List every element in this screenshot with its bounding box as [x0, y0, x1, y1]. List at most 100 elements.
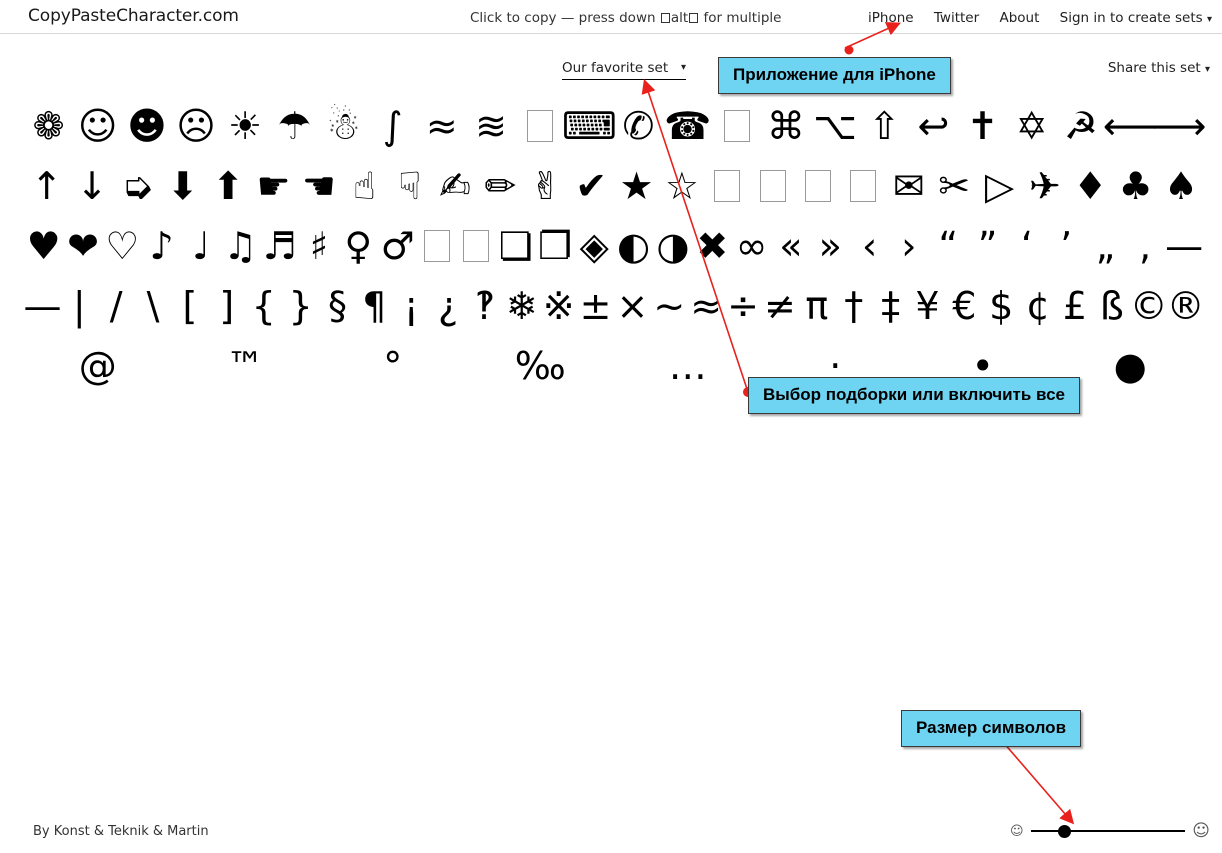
character-cell-per-mille-sign[interactable]: ‰	[467, 338, 615, 394]
character-cell-beamed-eighth-notes[interactable]: ♫	[221, 218, 260, 274]
character-cell-double-dagger[interactable]: ‡	[872, 278, 909, 334]
character-cell-eighth-note[interactable]: ♪	[142, 218, 181, 274]
character-cell-envelope[interactable]: ✉	[886, 158, 931, 214]
character-cell-check-mark[interactable]: ✔	[569, 158, 614, 214]
character-cell-missing-glyph-box[interactable]	[705, 158, 750, 214]
character-cell-inverted-exclamation[interactable]: ¡	[393, 278, 430, 334]
nav-item-iphone[interactable]: iPhone	[868, 10, 914, 26]
character-cell-latin-cross[interactable]: ✝	[958, 98, 1007, 154]
character-cell-solidus[interactable]: /	[98, 278, 135, 334]
character-cell-telephone-location[interactable]: ✆	[614, 98, 663, 154]
character-cell-left-guillemet[interactable]: «	[771, 218, 810, 274]
symbol-size-slider[interactable]: ☺ ☺	[1010, 821, 1210, 841]
character-cell-missing-glyph-box[interactable]	[516, 98, 565, 154]
character-cell-left-square-bracket[interactable]: [	[172, 278, 209, 334]
character-cell-heavy-multiplication-x[interactable]: ✖	[693, 218, 732, 274]
character-cell-male-sign[interactable]: ♂	[378, 218, 417, 274]
character-cell-frowning-face[interactable]: ☹	[171, 98, 220, 154]
character-cell-multiplication-sign[interactable]: ×	[614, 278, 651, 334]
character-cell-writing-hand[interactable]: ✍	[432, 158, 477, 214]
character-cell-dollar-sign[interactable]: $	[983, 278, 1020, 334]
character-cell-pointing-up-hand[interactable]: ☝	[342, 158, 387, 214]
character-cell-left-double-quote[interactable]: “	[929, 218, 968, 274]
character-cell-umbrella[interactable]: ☂	[270, 98, 319, 154]
character-cell-registered-sign[interactable]: ®	[1167, 278, 1205, 334]
character-cell-sharp-s[interactable]: ß	[1093, 278, 1130, 334]
character-cell-heavy-black-heart[interactable]: ❤	[63, 218, 102, 274]
character-cell-pencil[interactable]: ✏	[478, 158, 523, 214]
character-cell-female-sign[interactable]: ♀	[339, 218, 378, 274]
character-cell-not-equal-to[interactable]: ≠	[762, 278, 799, 334]
character-cell-missing-glyph-box[interactable]	[712, 98, 761, 154]
character-cell-black-telephone[interactable]: ☎	[663, 98, 712, 154]
character-cell-inverted-question[interactable]: ¿	[430, 278, 467, 334]
character-cell-right-square-bracket[interactable]: ]	[208, 278, 245, 334]
character-cell-flower[interactable]: ❁	[24, 98, 73, 154]
character-cell-lower-right-shadowed-square[interactable]: ❏	[496, 218, 535, 274]
character-cell-pi[interactable]: π	[798, 278, 835, 334]
character-cell-pointing-down-hand[interactable]: ☟	[387, 158, 432, 214]
character-cell-reference-mark[interactable]: ※	[540, 278, 577, 334]
character-cell-airplane[interactable]: ✈	[1022, 158, 1067, 214]
character-cell-circle-left-half-black[interactable]: ◐	[614, 218, 653, 274]
character-cell-em-dash[interactable]: —	[1165, 218, 1204, 274]
character-cell-plus-minus[interactable]: ±	[577, 278, 614, 334]
character-cell-command-key[interactable]: ⌘	[761, 98, 810, 154]
character-cell-almost-equal-to[interactable]: ≈	[688, 278, 725, 334]
character-cell-trademark-sign[interactable]: ™	[172, 338, 320, 394]
character-cell-white-star[interactable]: ☆	[659, 158, 704, 214]
character-cell-right-double-quote[interactable]: ”	[968, 218, 1007, 274]
character-cell-long-left-arrow[interactable]: ⟵	[1103, 98, 1157, 154]
character-cell-section-sign[interactable]: §	[319, 278, 356, 334]
slider-track[interactable]	[1030, 824, 1186, 838]
character-cell-keyboard[interactable]: ⌨	[562, 98, 617, 154]
set-selector-dropdown[interactable]: ▾ Our favorite set	[562, 60, 686, 80]
character-cell-heavy-down-arrow[interactable]: ⬇	[160, 158, 205, 214]
character-cell-em-dash[interactable]: —	[23, 278, 61, 334]
character-cell-beamed-sixteenth-notes[interactable]: ♬	[260, 218, 299, 274]
character-cell-sun[interactable]: ☀	[221, 98, 270, 154]
character-cell-long-right-arrow[interactable]: ⟶	[1152, 98, 1206, 154]
character-cell-left-curly-brace[interactable]: {	[245, 278, 282, 334]
character-cell-upper-right-shadowed-square[interactable]: ❐	[535, 218, 574, 274]
character-cell-cent-sign[interactable]: ¢	[1020, 278, 1057, 334]
character-cell-yen-sign[interactable]: ¥	[909, 278, 946, 334]
character-cell-right-single-quote[interactable]: ’	[1047, 218, 1086, 274]
character-cell-down-arrow[interactable]: ↓	[69, 158, 114, 214]
character-cell-up-arrow[interactable]: ↑	[24, 158, 69, 214]
character-cell-double-low-quote[interactable]: „	[1086, 218, 1125, 274]
character-cell-vertical-bar[interactable]: |	[61, 278, 98, 334]
character-cell-black-diamond-suit[interactable]: ♦	[1068, 158, 1113, 214]
character-cell-return-arrow[interactable]: ↩	[909, 98, 958, 154]
character-cell-hammer-and-sickle[interactable]: ☭	[1056, 98, 1105, 154]
share-set-dropdown[interactable]: Share this set ▾	[1108, 60, 1210, 76]
character-cell-at-sign[interactable]: @	[24, 338, 172, 394]
character-cell-pound-sign[interactable]: £	[1057, 278, 1094, 334]
character-cell-tilde[interactable]: ~	[651, 278, 688, 334]
nav-item-sign-in[interactable]: Sign in to create sets ▾	[1060, 10, 1212, 26]
character-cell-circle-right-half-black[interactable]: ◑	[653, 218, 692, 274]
character-cell-option-key[interactable]: ⌥	[811, 98, 860, 154]
character-cell-shift-key[interactable]: ⇧	[860, 98, 909, 154]
character-cell-quarter-note[interactable]: ♩	[181, 218, 220, 274]
character-cell-degree-sign[interactable]: °	[319, 338, 467, 394]
character-cell-missing-glyph-box[interactable]	[795, 158, 840, 214]
character-cell-horizontal-ellipsis[interactable]: …	[614, 338, 762, 394]
character-cell-single-left-guillemet[interactable]: ‹	[850, 218, 889, 274]
character-cell-white-smiling-face[interactable]: ☺	[73, 98, 122, 154]
character-cell-snowflake[interactable]: ❄	[503, 278, 540, 334]
character-cell-star-of-david[interactable]: ✡	[1007, 98, 1056, 154]
character-cell-missing-glyph-box[interactable]	[457, 218, 496, 274]
character-cell-dagger[interactable]: †	[835, 278, 872, 334]
character-cell-pointing-right-hand[interactable]: ☛	[251, 158, 296, 214]
character-cell-single-low-quote[interactable]: ‚	[1125, 218, 1164, 274]
character-cell-missing-glyph-box[interactable]	[750, 158, 795, 214]
character-cell-right-guillemet[interactable]: »	[811, 218, 850, 274]
character-cell-infinity[interactable]: ∞	[732, 218, 771, 274]
nav-item-twitter[interactable]: Twitter	[934, 10, 979, 26]
slider-knob[interactable]	[1058, 824, 1072, 838]
character-cell-integral-wave[interactable]: ∫	[368, 98, 417, 154]
nav-item-about[interactable]: About	[999, 10, 1039, 26]
character-cell-almost-equal-wave[interactable]: ≈	[417, 98, 466, 154]
character-cell-snowman[interactable]: ☃	[319, 98, 368, 154]
